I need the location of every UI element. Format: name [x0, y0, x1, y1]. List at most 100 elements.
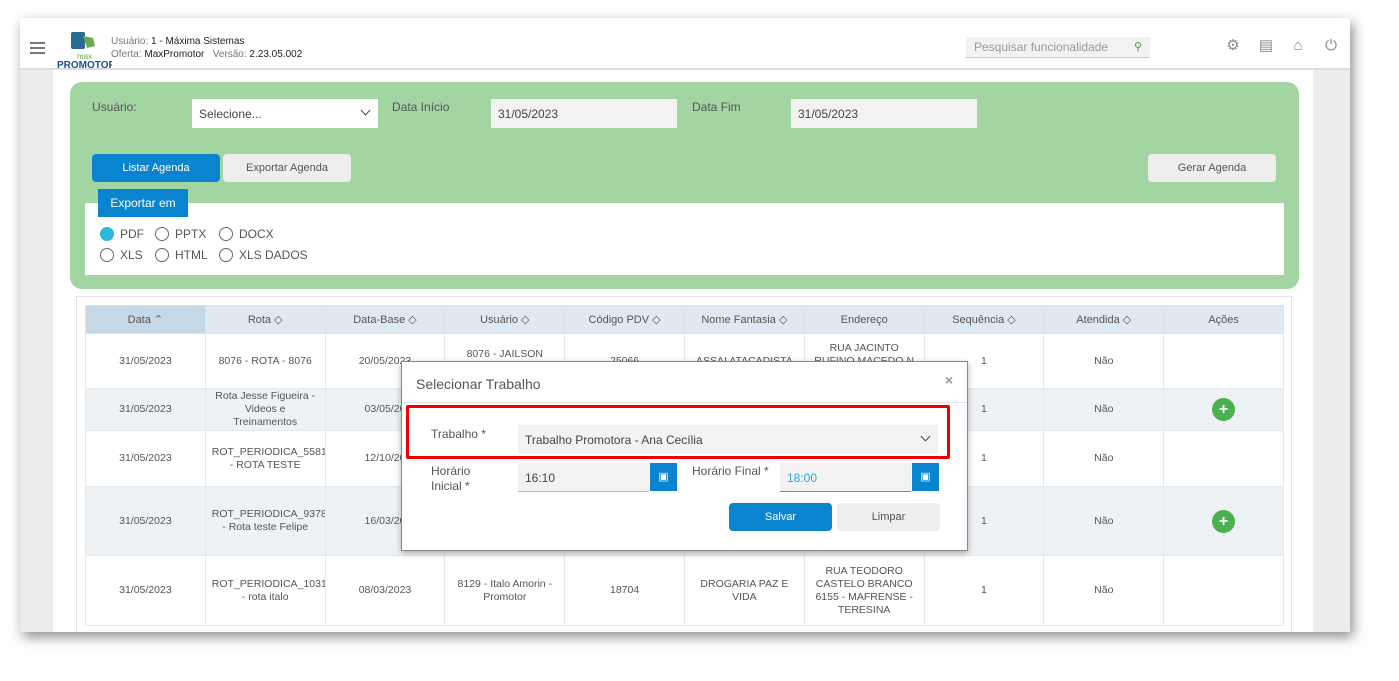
usuario-value: Selecione...: [199, 107, 262, 121]
calendar-icon[interactable]: ▣: [650, 463, 677, 491]
column-header[interactable]: Data ⌃: [85, 305, 206, 334]
listar-agenda-button[interactable]: Listar Agenda: [92, 154, 220, 182]
add-icon[interactable]: +: [1212, 398, 1236, 421]
column-header[interactable]: Usuário ◇: [444, 305, 566, 334]
table-cell: 8076 - ROTA - 8076: [204, 333, 326, 389]
top-header: max PROMOTOR Usuário: 1 - Máxima Sistemas…: [20, 18, 1350, 71]
table-cell: Não: [1043, 388, 1165, 431]
sort-icon: ◇: [517, 314, 530, 326]
search-icon[interactable]: ⚲: [1134, 40, 1142, 53]
table-cell: Não: [1043, 430, 1165, 487]
table-cell: Não: [1043, 486, 1165, 556]
data-fim-label: Data Fim: [692, 100, 741, 114]
data-inicio-label: Data Início: [392, 100, 450, 114]
gerar-agenda-button[interactable]: Gerar Agenda: [1148, 154, 1276, 182]
search-placeholder: Pesquisar funcionalidade: [974, 40, 1109, 54]
radio-html[interactable]: HTML: [155, 248, 208, 262]
radio-xls-dados[interactable]: XLS DADOS: [219, 248, 308, 262]
sort-asc-icon: ⌃: [150, 314, 164, 326]
radio-docx[interactable]: DOCX: [219, 227, 274, 241]
data-inicio-input[interactable]: 31/05/2023: [491, 99, 677, 128]
horario-final-input[interactable]: 18:00: [780, 463, 911, 492]
table-cell: 18704: [564, 555, 685, 626]
table-cell: 08/03/2023: [324, 555, 446, 626]
table-cell: +: [1163, 486, 1284, 556]
offer-value: MaxPromotor: [144, 49, 205, 60]
trabalho-label: Trabalho *: [431, 427, 486, 441]
column-header: Ações: [1163, 305, 1284, 334]
data-fim-input[interactable]: 31/05/2023: [791, 99, 977, 128]
table-cell: Rota Jesse Figueira - Videos e Treinamen…: [204, 388, 326, 431]
radio-label: DOCX: [239, 227, 274, 241]
modal-title: Selecionar Trabalho: [416, 376, 541, 392]
column-header[interactable]: Nome Fantasia ◇: [683, 305, 805, 334]
table-cell: ROT_PERIODICA_5581_1 - ROTA TESTE: [204, 430, 326, 487]
power-icon[interactable]: ⏻: [1323, 38, 1339, 54]
table-cell: 31/05/2023: [85, 430, 206, 487]
user-label: Usuário:: [111, 36, 149, 47]
data-fim-value: 31/05/2023: [798, 107, 859, 121]
table-cell: [1163, 555, 1284, 626]
radio-pptx[interactable]: PPTX: [155, 227, 206, 241]
chevron-down-icon: [360, 105, 371, 116]
sort-icon: ◇: [1004, 314, 1016, 326]
limpar-button[interactable]: Limpar: [837, 503, 940, 531]
svg-text:PROMOTOR: PROMOTOR: [57, 60, 112, 68]
table-cell: Não: [1043, 333, 1165, 389]
close-icon[interactable]: ×: [945, 372, 953, 388]
data-inicio-value: 31/05/2023: [498, 107, 559, 121]
menu-icon[interactable]: [30, 42, 45, 57]
document-icon[interactable]: ▤: [1258, 38, 1274, 54]
horario-inicial-label: Horário Inicial *: [431, 464, 471, 493]
table-cell: [1163, 430, 1284, 487]
horario-inicial-input[interactable]: 16:10: [518, 463, 649, 492]
sort-icon: ◇: [775, 314, 788, 326]
version-value: 2.23.05.002: [249, 49, 303, 60]
table-cell: ROT_PERIODICA_1031_2 - rota italo: [204, 555, 326, 626]
trabalho-select[interactable]: Trabalho Promotora - Ana Cecília: [518, 425, 938, 454]
usuario-label: Usuário:: [92, 100, 137, 114]
radio-pdf[interactable]: PDF: [100, 227, 144, 241]
table-cell: 8129 - Italo Amorin - Promotor: [444, 555, 566, 626]
table-cell: ROT_PERIODICA_9378_1 - Rota teste Felipe: [204, 486, 326, 556]
column-header[interactable]: Rota ◇: [204, 305, 326, 334]
column-header[interactable]: Atendida ◇: [1043, 305, 1165, 334]
trabalho-value: Trabalho Promotora - Ana Cecília: [525, 433, 703, 447]
exportar-agenda-button[interactable]: Exportar Agenda: [223, 154, 351, 182]
column-header[interactable]: Código PDV ◇: [564, 305, 685, 334]
table-cell: 1: [923, 555, 1045, 626]
sort-icon: ◇: [649, 314, 661, 326]
table-cell: [1163, 333, 1284, 389]
radio-label: PDF: [120, 227, 144, 241]
sort-icon: ◇: [271, 314, 283, 326]
settings-icon[interactable]: ⚙: [1225, 38, 1241, 54]
radio-label: PPTX: [175, 227, 207, 241]
column-header[interactable]: Sequência ◇: [923, 305, 1045, 334]
radio-label: XLS DADOS: [239, 248, 308, 262]
radio-xls[interactable]: XLS: [100, 248, 143, 262]
app-logo: max PROMOTOR: [57, 32, 116, 71]
salvar-button[interactable]: Salvar: [729, 503, 832, 531]
search-input[interactable]: Pesquisar funcionalidade ⚲: [966, 37, 1150, 58]
horario-inicial-value: 16:10: [525, 471, 556, 485]
sort-icon: ◇: [1119, 314, 1132, 326]
column-header[interactable]: Data-Base ◇: [324, 305, 446, 334]
table-row: 31/05/2023ROT_PERIODICA_1031_2 - rota it…: [85, 555, 1284, 626]
radio-label: XLS: [120, 248, 143, 262]
table-cell: DROGARIA PAZ E VIDA: [683, 555, 805, 626]
horario-final-label: Horário Final *: [692, 464, 769, 478]
calendar-icon[interactable]: ▣: [912, 463, 939, 491]
usuario-select[interactable]: Selecione...: [192, 99, 378, 128]
home-icon[interactable]: ⌂: [1290, 38, 1306, 54]
table-cell: Não: [1043, 555, 1165, 626]
table-cell: 31/05/2023: [85, 555, 206, 626]
selecionar-trabalho-modal: Selecionar Trabalho × Trabalho * Trabalh…: [401, 361, 968, 551]
horario-final-value: 18:00: [787, 471, 818, 485]
filter-panel: Usuário: Selecione... Data Início 31/05/…: [70, 82, 1299, 289]
add-icon[interactable]: +: [1212, 509, 1236, 533]
export-options-box: PDF PPTX DOCX XLS HTML XLS DADOS: [85, 203, 1284, 275]
exportar-em-tab[interactable]: Exportar em: [98, 189, 188, 217]
table-cell: +: [1163, 388, 1284, 431]
user-value: 1 - Máxima Sistemas: [151, 36, 245, 47]
offer-label: Oferta:: [111, 49, 142, 60]
